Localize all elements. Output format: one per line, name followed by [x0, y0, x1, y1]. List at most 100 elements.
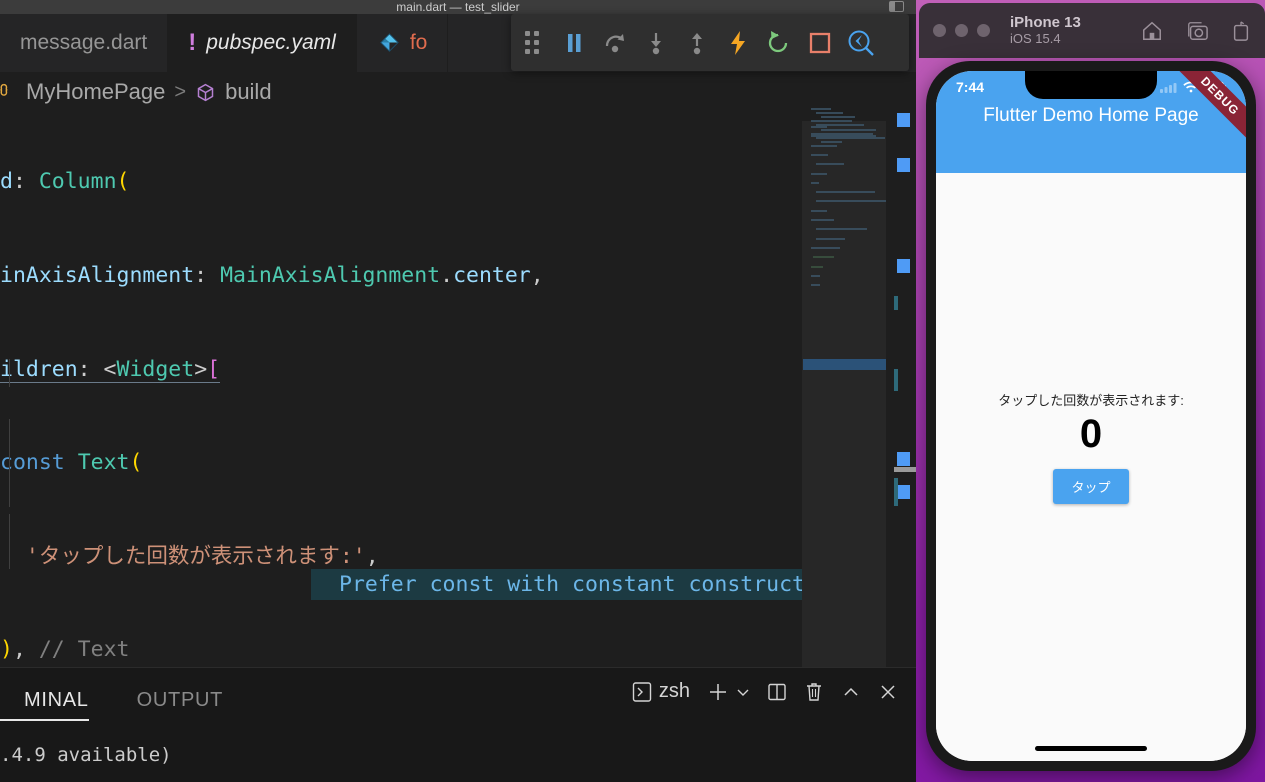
app-bar-title: Flutter Demo Home Page — [983, 105, 1199, 126]
minimap-slider[interactable] — [802, 121, 886, 667]
hot-reload-button[interactable] — [717, 14, 758, 71]
split-icon — [768, 683, 786, 700]
step-into-button[interactable] — [635, 14, 676, 71]
indent-guide — [9, 359, 10, 387]
maximize-panel-button[interactable] — [841, 682, 861, 702]
stop-icon — [809, 32, 830, 53]
panel-actions: zsh — [632, 680, 898, 703]
ruler-marker[interactable] — [897, 452, 910, 466]
simulator-titlebar: iPhone 13 iOS 15.4 — [919, 3, 1265, 58]
split-terminal-button[interactable] — [767, 682, 787, 702]
ruler-marker[interactable] — [897, 259, 910, 273]
tab-pubspec-yaml[interactable]: ! pubspec.yaml — [168, 14, 357, 72]
devtools-search-icon — [848, 30, 874, 56]
window-title: main.dart — test_slider — [396, 0, 520, 14]
vscode-window: main.dart — test_slider message.dart ! p… — [0, 0, 916, 782]
minimap-line — [815, 163, 844, 166]
tab-output[interactable]: OUTPUT — [113, 689, 247, 712]
tab-message-dart[interactable]: message.dart — [0, 14, 169, 72]
chevron-up-icon — [844, 687, 858, 696]
pause-button[interactable] — [553, 14, 594, 71]
editor-minimap[interactable] — [802, 104, 894, 667]
chevron-right-icon: > — [174, 80, 187, 103]
zoom-window-button[interactable] — [977, 24, 990, 37]
flutter-icon — [379, 32, 399, 52]
tab-label: fo — [409, 31, 428, 54]
inline-lint-hint: Prefer const with constant constructo — [311, 569, 816, 601]
drag-handle-icon[interactable] — [511, 14, 553, 71]
close-panel-button[interactable] — [878, 682, 898, 702]
screenshot-icon[interactable] — [1185, 20, 1209, 42]
open-devtools-button[interactable] — [840, 14, 881, 71]
home-indicator — [1035, 746, 1147, 751]
minimap-line — [811, 108, 831, 110]
code-editor[interactable]: d: Column( inAxisAlignment: MainAxisAlig… — [0, 104, 916, 667]
terminal-shell-label: zsh — [658, 680, 690, 702]
new-terminal-button[interactable] — [707, 681, 750, 703]
step-out-icon — [691, 32, 702, 54]
app-bar: 7:44 Flutter Demo Home Page DEBUG — [936, 71, 1246, 173]
cellular-icon — [1160, 83, 1177, 93]
minimap-line — [815, 191, 875, 194]
tap-button[interactable]: タップ — [1053, 469, 1129, 504]
breadcrumb-item-method[interactable]: build — [225, 79, 271, 105]
minimize-window-button[interactable] — [955, 24, 968, 37]
simulator-device-frame: 7:44 Flutter Demo Home Page DEBUG タップした回… — [926, 61, 1256, 771]
tab-label: pubspec.yaml — [206, 31, 336, 54]
simulator-os-version: iOS 15.4 — [1010, 30, 1061, 46]
home-icon[interactable] — [1141, 20, 1163, 42]
tab-terminal-label: MINAL — [24, 688, 89, 711]
step-into-icon — [650, 32, 661, 54]
terminal-output[interactable]: .4.9 available) — [0, 730, 916, 782]
breadcrumb-item-class[interactable]: MyHomePage — [26, 79, 165, 105]
ruler-marker[interactable] — [897, 485, 910, 499]
screen-root: main.dart — test_slider message.dart ! p… — [0, 0, 1265, 782]
lightning-icon — [730, 30, 745, 55]
minimap-line — [821, 116, 855, 119]
tab-terminal[interactable]: MINAL — [0, 688, 113, 721]
rotate-icon[interactable] — [1231, 20, 1251, 42]
tab-flutter-file[interactable]: fo — [357, 14, 449, 72]
kill-terminal-button[interactable] — [804, 681, 824, 702]
ruler-change-tick — [894, 369, 898, 391]
minimap-line — [811, 181, 819, 184]
pause-icon — [567, 33, 580, 52]
minimap-line — [815, 200, 886, 203]
minimap-line — [815, 228, 867, 231]
simulator-device-name: iPhone 13 — [1010, 13, 1081, 31]
window-traffic-lights[interactable] — [933, 24, 990, 37]
stop-button[interactable] — [799, 14, 840, 71]
ruler-marker[interactable] — [897, 158, 910, 172]
bottom-panel: MINAL OUTPUT zsh .4.9 available) — [0, 667, 916, 782]
step-out-button[interactable] — [676, 14, 717, 71]
terminal-icon — [632, 681, 652, 702]
trash-icon — [807, 683, 821, 701]
minimap-line — [816, 136, 885, 139]
app-body: タップした回数が表示されます: 0 タップ — [936, 173, 1246, 761]
class-symbol-icon — [0, 83, 8, 96]
minimap-line — [816, 124, 864, 127]
terminal-shell-selector[interactable]: zsh — [632, 680, 690, 703]
code-line: d: Column( — [0, 169, 130, 195]
overview-ruler[interactable] — [894, 104, 916, 667]
minimap-line — [813, 256, 834, 259]
chevron-down-icon[interactable] — [736, 685, 750, 699]
minimap-line — [816, 112, 843, 115]
ruler-change-tick — [894, 296, 898, 310]
code-line: 'タップした回数が表示されます:', — [25, 543, 379, 569]
step-over-button[interactable] — [594, 14, 635, 71]
ruler-marker[interactable] — [897, 113, 910, 127]
ruler-cursor-marker — [894, 467, 916, 472]
minimap-line — [815, 237, 846, 240]
minimap-line — [811, 153, 829, 156]
indent-guide — [9, 419, 10, 507]
device-screen[interactable]: 7:44 Flutter Demo Home Page DEBUG タップした回… — [936, 71, 1246, 761]
panel-tabs: MINAL OUTPUT — [0, 678, 247, 722]
ruler-change-tick — [894, 478, 898, 506]
sidebar-layout-icon[interactable] — [889, 1, 904, 12]
hot-restart-button[interactable] — [758, 14, 799, 71]
close-icon — [881, 684, 895, 699]
close-window-button[interactable] — [933, 24, 946, 37]
minimap-line — [811, 265, 824, 268]
minimap-line — [811, 209, 827, 212]
